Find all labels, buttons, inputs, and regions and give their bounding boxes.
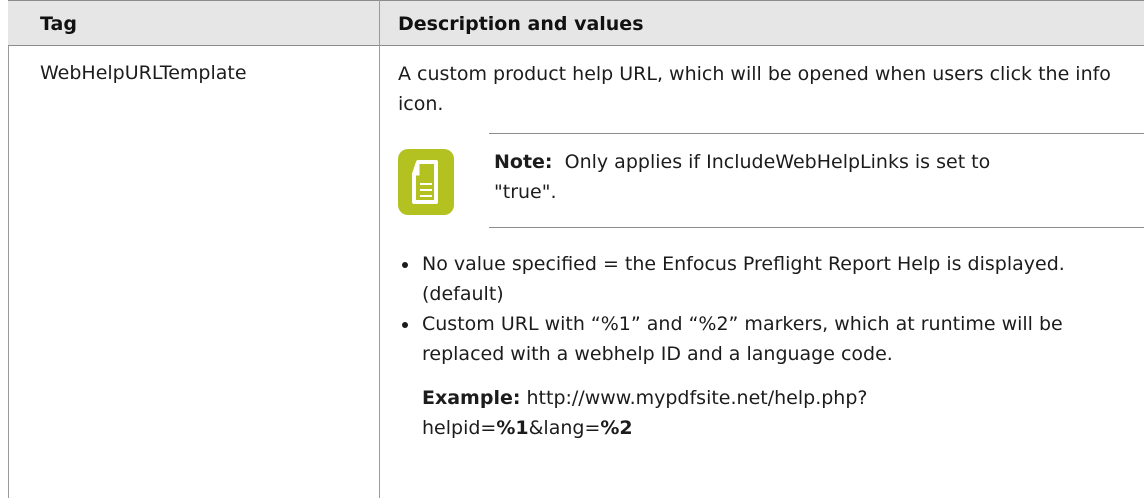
header-description: Description and values — [398, 13, 644, 35]
parameter-table: Tag Description and values WebHelpURLTem… — [8, 0, 1144, 498]
note-text: Note: Only applies if IncludeWebHelpLink… — [494, 147, 1054, 207]
list-item: No value specified = the Enfocus Preflig… — [398, 249, 1144, 309]
example-url-helpid: helpid= — [422, 417, 497, 439]
example-block: Example: http://www.mypdfsite.net/help.p… — [422, 383, 1144, 443]
column-divider — [379, 0, 380, 498]
example-label: Example: — [422, 387, 521, 409]
table-header-row: Tag Description and values — [8, 0, 1144, 46]
note-body: Only applies if IncludeWebHelpLinks is s… — [494, 151, 991, 203]
header-tag: Tag — [40, 13, 77, 35]
tag-cell: WebHelpURLTemplate — [40, 62, 247, 84]
example-url-part1: http://www.mypdfsite.net/help.php? — [526, 387, 868, 409]
note-rule-bottom — [489, 227, 1144, 228]
example-url-lang: &lang= — [528, 417, 601, 439]
description-cell: A custom product help URL, which will be… — [398, 59, 1144, 443]
list-item: Custom URL with “%1” and “%2” markers, w… — [398, 309, 1144, 369]
note-box: Note: Only applies if IncludeWebHelpLink… — [398, 133, 1144, 229]
note-rule-top — [489, 133, 1144, 134]
note-label: Note: — [494, 151, 553, 173]
note-document-icon — [398, 149, 454, 215]
example-marker1: %1 — [496, 417, 529, 439]
description-intro: A custom product help URL, which will be… — [398, 63, 1111, 115]
example-marker2: %2 — [600, 417, 633, 439]
table-left-border — [8, 0, 9, 498]
value-list: No value specified = the Enfocus Preflig… — [398, 249, 1144, 369]
